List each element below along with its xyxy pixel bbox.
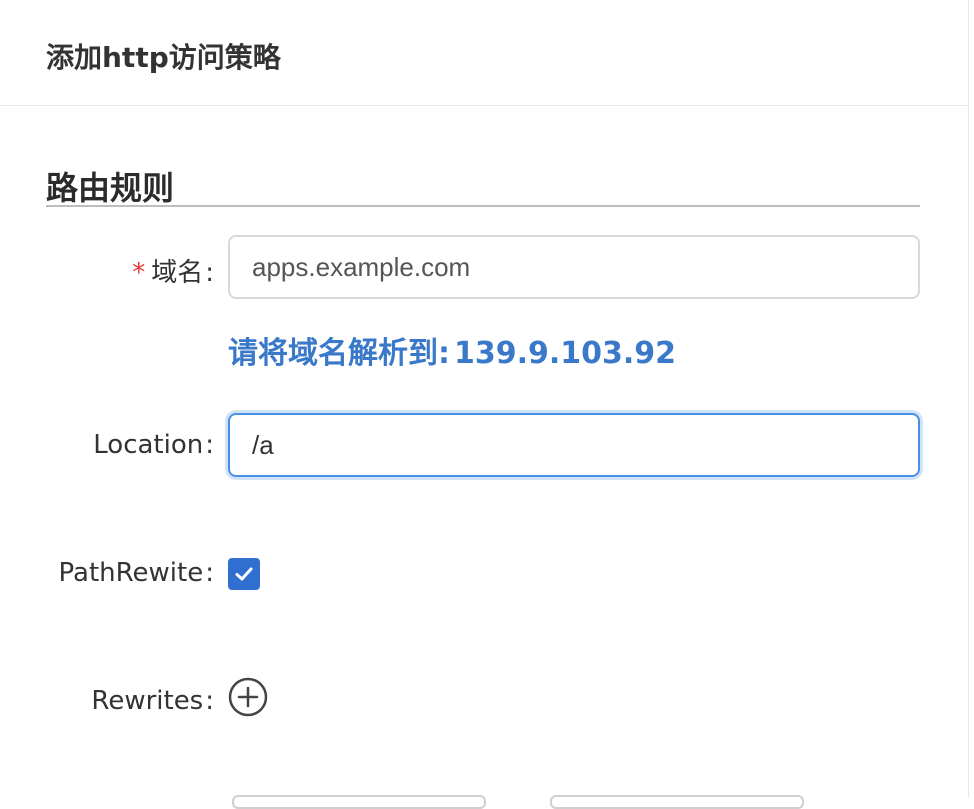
path-rewrite-checkbox[interactable] <box>228 558 260 590</box>
section-divider <box>46 205 920 207</box>
dialog-title: 添加http访问策略 <box>46 41 281 74</box>
required-mark: * <box>132 258 146 288</box>
dialog-header: 添加http访问策略 <box>0 0 968 106</box>
path-rewrite-label-text: PathRewite <box>58 558 204 588</box>
location-label-text: Location <box>93 430 204 460</box>
rewrites-label-text: Rewrites <box>91 686 204 716</box>
dns-hint-ip: 139.9.103.92 <box>454 336 677 371</box>
location-label-colon: : <box>205 430 214 460</box>
rewrites-label-colon: : <box>205 686 214 716</box>
domain-input[interactable] <box>228 235 920 299</box>
rewrites-label: Rewrites: <box>91 686 214 716</box>
location-input[interactable] <box>228 413 920 477</box>
domain-label-colon: : <box>205 258 214 288</box>
check-icon <box>235 567 253 581</box>
path-rewrite-label-colon: : <box>205 558 214 588</box>
path-rewrite-label: PathRewite: <box>59 558 214 588</box>
dns-hint: 请将域名解析到: 139.9.103.92 <box>228 328 676 372</box>
footer-button-left[interactable] <box>232 795 486 809</box>
plus-circle-icon[interactable] <box>228 677 268 717</box>
section-title: 路由规则 <box>46 169 175 207</box>
location-label: Location: <box>93 430 214 460</box>
footer-button-right[interactable] <box>550 795 804 809</box>
panel-border <box>968 0 969 798</box>
domain-label: * 域名: <box>132 252 214 289</box>
dns-hint-text: 请将域名解析到: <box>228 336 450 371</box>
domain-label-text: 域名 <box>151 258 204 288</box>
